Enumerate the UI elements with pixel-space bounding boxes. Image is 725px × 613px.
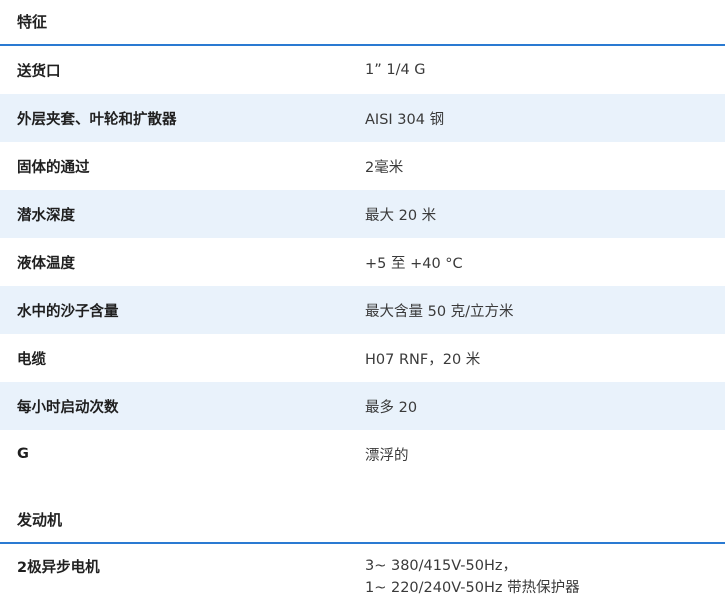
row-label: 2极异步电机 (17, 560, 100, 576)
row-value: 最多 20 (365, 399, 418, 416)
row-value: AISI 304 钢 (365, 111, 445, 128)
motor-section: 发动机 2极异步电机 3~ 380/415V-50Hz， 1~ 220/240V… (0, 498, 725, 608)
row-value: 最大含量 50 克/立方米 (365, 303, 514, 320)
row-label: 潜水深度 (17, 207, 75, 224)
row-value: 3~ 380/415V-50Hz， 1~ 220/240V-50Hz 带热保护器 (365, 555, 580, 599)
row-label: 液体温度 (17, 255, 75, 272)
row-value: 漂浮的 (365, 447, 409, 464)
row-label: 送货口 (17, 63, 61, 80)
table-row: G 漂浮的 (0, 430, 725, 478)
table-row: 水中的沙子含量 最大含量 50 克/立方米 (0, 286, 725, 334)
table-row: 固体的通过 2毫米 (0, 142, 725, 190)
table-row: 液体温度 +5 至 +40 °C (0, 238, 725, 286)
row-label: 电缆 (17, 351, 46, 368)
table-row: 潜水深度 最大 20 米 (0, 190, 725, 238)
section-title-motor: 发动机 (17, 511, 63, 529)
row-value: 最大 20 米 (365, 207, 437, 224)
value-line: 3~ 380/415V-50Hz， (365, 558, 517, 574)
row-label: 固体的通过 (17, 159, 90, 176)
table-row: 每小时启动次数 最多 20 (0, 382, 725, 430)
row-value: H07 RNF，20 米 (365, 351, 481, 368)
table-row: 电缆 H07 RNF，20 米 (0, 334, 725, 382)
row-label: 每小时启动次数 (17, 399, 119, 416)
row-label: 外层夹套、叶轮和扩散器 (17, 111, 177, 128)
row-label: 水中的沙子含量 (17, 303, 119, 320)
row-label: G (17, 446, 29, 462)
row-value: 2毫米 (365, 159, 404, 176)
value-line: 1~ 220/240V-50Hz 带热保护器 (365, 580, 580, 596)
row-value: +5 至 +40 °C (365, 255, 463, 272)
row-value: 1” 1/4 G (365, 62, 426, 78)
features-section: 特征 送货口 1” 1/4 G 外层夹套、叶轮和扩散器 AISI 304 钢 固… (0, 0, 725, 478)
table-row: 外层夹套、叶轮和扩散器 AISI 304 钢 (0, 94, 725, 142)
table-row: 送货口 1” 1/4 G (0, 46, 725, 94)
section-title-features: 特征 (17, 13, 48, 31)
table-row: 2极异步电机 3~ 380/415V-50Hz， 1~ 220/240V-50H… (0, 544, 725, 608)
